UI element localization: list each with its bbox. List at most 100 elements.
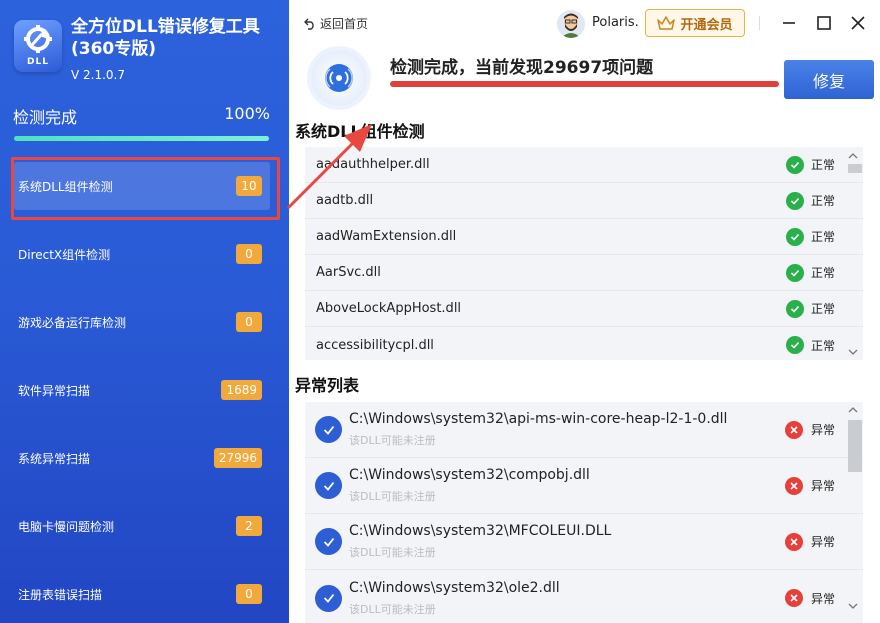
check-circle-icon — [785, 155, 804, 174]
radar-icon — [325, 64, 353, 92]
check-circle-icon — [785, 227, 804, 246]
dll-status-label: 正常 — [810, 194, 835, 208]
table-row[interactable]: C:\Windows\system32\compobj.dll 该DLL可能未注… — [305, 458, 863, 514]
dll-list[interactable]: aadauthhelper.dll 正常 aadtb.dll 正常 aadWam… — [305, 147, 863, 360]
table-row[interactable]: C:\Windows\system32\api-ms-win-core-heap… — [305, 402, 863, 458]
list-item: aadtb.dll 正常 — [305, 183, 863, 219]
nav-count-badge: 27996 — [213, 448, 262, 468]
back-home-link[interactable]: 返回首页 — [304, 15, 368, 32]
error-text: C:\Windows\system32\compobj.dll 该DLL可能未注… — [349, 467, 785, 504]
dll-name: AarSvc.dll — [316, 265, 381, 280]
error-text: C:\Windows\system32\ole2.dll 该DLL可能未注册 — [349, 580, 785, 617]
nav-item-label: 系统异常扫描 — [18, 451, 91, 466]
checkbox-checked-icon[interactable] — [315, 584, 342, 612]
dll-name: aadauthhelper.dll — [316, 157, 430, 172]
check-circle-icon — [785, 263, 804, 282]
nav-item-system-scan[interactable]: 系统异常扫描 27996 — [14, 434, 270, 482]
nav-item-label: 软件异常扫描 — [18, 383, 91, 398]
dll-name: aadtb.dll — [316, 193, 374, 208]
minimize-button[interactable] — [778, 12, 800, 34]
error-status: 异常 — [784, 420, 835, 439]
dll-status-label: 正常 — [810, 266, 835, 280]
nav-item-label: 注册表错误扫描 — [18, 587, 103, 602]
check-circle-icon — [785, 191, 804, 210]
scroll-thumb[interactable] — [848, 164, 862, 173]
wrench-gear-icon — [24, 25, 52, 53]
progress-label: 检测完成 — [13, 108, 78, 127]
app-version: V 2.1.0.7 — [71, 68, 126, 82]
scroll-down-icon[interactable] — [848, 348, 858, 356]
error-path: C:\Windows\system32\api-ms-win-core-heap… — [349, 411, 728, 427]
nav-item-slowdown-check[interactable]: 电脑卡慢问题检测 2 — [14, 502, 270, 550]
list-item: aadauthhelper.dll 正常 — [305, 147, 863, 183]
scroll-thumb[interactable] — [848, 420, 862, 472]
nav-item-registry-scan[interactable]: 注册表错误扫描 0 — [14, 570, 270, 618]
username[interactable]: Polaris. — [592, 15, 639, 30]
error-x-icon — [784, 532, 803, 551]
nav-item-directx[interactable]: DirectX组件检测 0 — [14, 230, 270, 278]
nav-item-label: DirectX组件检测 — [18, 247, 111, 262]
error-note: 该DLL可能未注册 — [349, 546, 436, 559]
scroll-up-icon[interactable] — [848, 152, 858, 160]
nav-count-badge: 1689 — [221, 380, 262, 400]
error-status-label: 异常 — [810, 479, 835, 493]
error-path: C:\Windows\system32\compobj.dll — [349, 467, 590, 483]
scroll-up-icon[interactable] — [848, 406, 858, 414]
check-circle-icon — [785, 336, 804, 354]
nav-count-badge: 2 — [236, 516, 262, 536]
dll-list-scrollbar[interactable] — [845, 150, 862, 358]
error-list[interactable]: C:\Windows\system32\api-ms-win-core-heap… — [305, 402, 863, 623]
error-path: C:\Windows\system32\MFCOLEUI.DLL — [349, 523, 612, 539]
error-x-icon — [784, 589, 803, 607]
error-section-title: 异常列表 — [295, 376, 360, 395]
error-path: C:\Windows\system32\ole2.dll — [349, 579, 560, 596]
repair-button[interactable]: 修复 — [784, 60, 874, 99]
nav-count-badge: 0 — [236, 244, 262, 264]
table-row[interactable]: C:\Windows\system32\MFCOLEUI.DLL 该DLL可能未… — [305, 514, 863, 570]
maximize-button[interactable] — [813, 12, 835, 34]
avatar[interactable] — [557, 10, 585, 38]
app-title: 全方位DLL错误修复工具(360专版) — [71, 17, 260, 59]
dll-status-label: 正常 — [810, 338, 835, 353]
nav-item-software-scan[interactable]: 软件异常扫描 1689 — [14, 366, 270, 414]
list-item: aadWamExtension.dll 正常 — [305, 219, 863, 255]
checkbox-checked-icon[interactable] — [315, 472, 342, 499]
close-button[interactable] — [847, 12, 869, 34]
back-home-label: 返回首页 — [320, 17, 369, 31]
error-list-scrollbar[interactable] — [845, 404, 862, 616]
back-arrow-icon — [304, 18, 314, 30]
nav-item-label: 游戏必备运行库检测 — [18, 315, 127, 330]
checkbox-checked-icon[interactable] — [315, 528, 342, 555]
scroll-down-icon[interactable] — [848, 602, 858, 610]
error-note: 该DLL可能未注册 — [349, 434, 436, 447]
logo-text: DLL — [27, 57, 49, 67]
dll-status-label: 正常 — [810, 230, 835, 244]
user-avatar-icon — [557, 10, 585, 38]
nav-item-game-runtime[interactable]: 游戏必备运行库检测 0 — [14, 298, 270, 346]
sidebar: DLL 全方位DLL错误修复工具(360专版) V 2.1.0.7 检测完成 1… — [0, 0, 289, 623]
dll-section-title: 系统DLL组件检测 — [295, 122, 425, 141]
crown-icon — [657, 16, 676, 30]
dll-status: 正常 — [785, 191, 835, 210]
app-logo: DLL — [14, 20, 62, 72]
vip-button[interactable]: 开通会员 — [645, 9, 745, 37]
error-note: 该DLL可能未注册 — [349, 602, 436, 616]
divider — [759, 16, 760, 30]
dll-name: aadWamExtension.dll — [316, 229, 457, 244]
progress-bar-fill — [14, 136, 269, 141]
error-status-label: 异常 — [810, 423, 835, 437]
close-icon — [851, 16, 865, 30]
list-item: AarSvc.dll 正常 — [305, 255, 863, 291]
dll-status: 正常 — [785, 155, 835, 174]
error-status-label: 异常 — [810, 591, 835, 606]
table-row[interactable]: C:\Windows\system32\ole2.dll 该DLL可能未注册 异… — [305, 570, 863, 623]
check-circle-icon — [785, 299, 804, 318]
checkbox-checked-icon[interactable] — [315, 416, 342, 443]
error-status: 异常 — [784, 532, 835, 551]
maximize-icon — [817, 16, 831, 30]
nav-count-badge: 0 — [236, 312, 262, 332]
error-status: 异常 — [784, 589, 835, 607]
error-status: 异常 — [784, 476, 835, 495]
error-status-label: 异常 — [810, 535, 835, 549]
minimize-icon — [783, 22, 795, 24]
